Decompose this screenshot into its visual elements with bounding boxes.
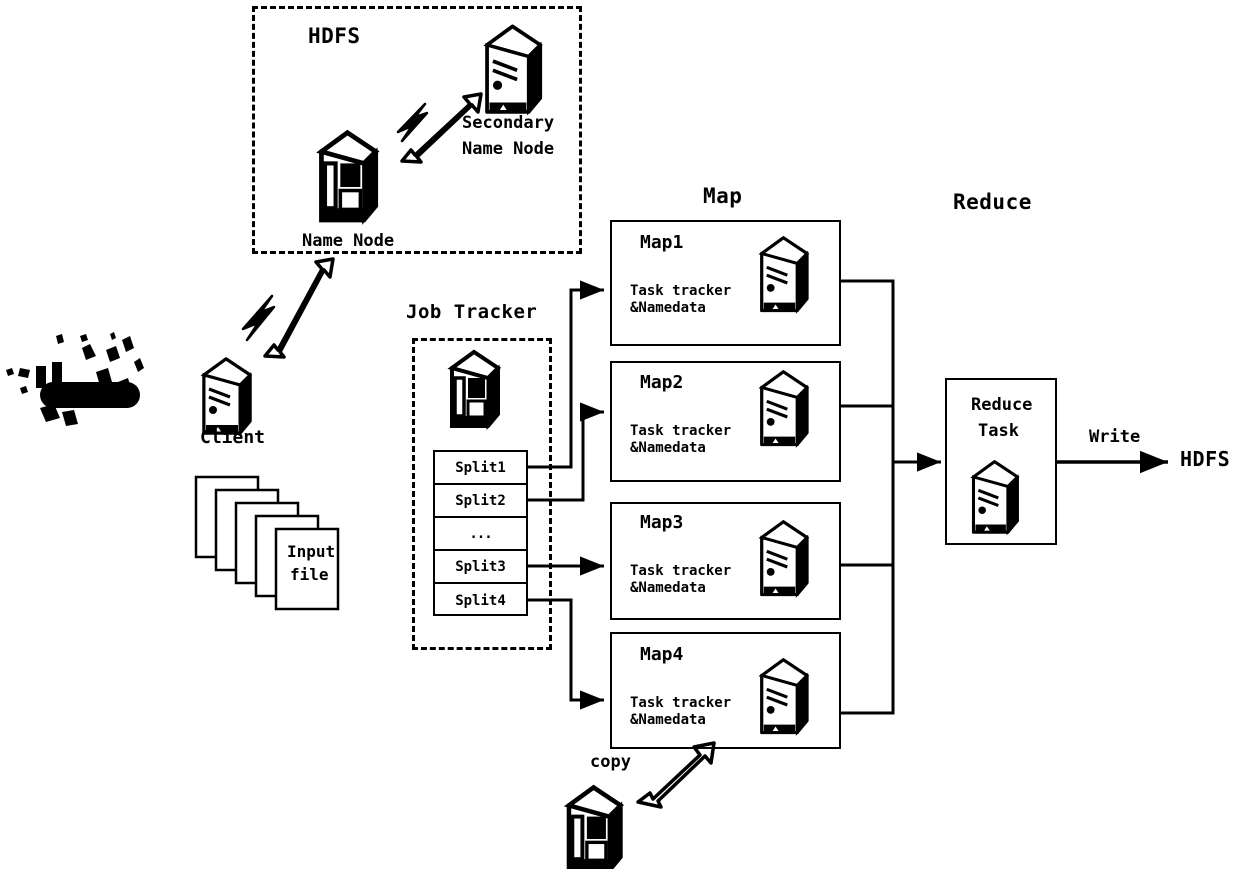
input-file-label-line2: file <box>290 565 329 584</box>
name-node-label: Name Node <box>302 231 395 251</box>
copy-source-server-icon <box>569 787 621 869</box>
client-lightning-icon <box>241 294 276 342</box>
split-label: Split4 <box>455 592 506 609</box>
input-file-label-line1: Input <box>287 542 336 561</box>
map-node-label: Map2 <box>640 372 684 393</box>
map-task-tracker-line2: &Namedata <box>630 300 706 316</box>
diagram-canvas: HDFS Secondary Name Node Name Node Clien… <box>0 0 1240 869</box>
copy-block-arrow <box>636 741 716 809</box>
job-tracker-label: Job Tracker <box>406 301 538 323</box>
map-node-label: Map3 <box>640 512 684 533</box>
reduce-task-label-line1: Reduce <box>971 395 1033 415</box>
map-task-tracker-line2: &Namedata <box>630 580 706 596</box>
client-label: Client <box>200 427 266 448</box>
split-row[interactable]: Split4 <box>435 584 526 617</box>
split-label: Split1 <box>455 459 506 476</box>
map-task-tracker-line2: &Namedata <box>630 712 706 728</box>
split-table: Split1 Split2 ... Split3 Split4 <box>433 450 528 616</box>
map-node-label: Map1 <box>640 232 684 253</box>
hdfs-output-label: HDFS <box>1180 447 1231 471</box>
client-server-icon <box>202 357 252 435</box>
map-to-reduce-connectors <box>841 279 941 715</box>
secondary-name-node-label-line1: Secondary <box>462 113 555 133</box>
reduce-task-label-line2: Task <box>978 421 1019 441</box>
split-row[interactable]: Split2 <box>435 485 526 518</box>
secondary-name-node-label-line2: Name Node <box>462 139 555 159</box>
copy-label: copy <box>590 752 631 772</box>
split-row[interactable]: Split3 <box>435 551 526 584</box>
map-task-tracker-line2: &Namedata <box>630 440 706 456</box>
split-label: Split3 <box>455 558 506 575</box>
map-task-tracker-line1: Task tracker <box>630 695 732 711</box>
client-namenode-arrow <box>263 257 335 359</box>
map-node-label: Map4 <box>640 644 684 665</box>
split-label: Split2 <box>455 492 506 509</box>
write-arrow-label: Write <box>1089 427 1141 447</box>
split-ellipsis-label: ... <box>469 525 492 542</box>
reduce-phase-title: Reduce <box>953 190 1032 214</box>
split-row[interactable]: Split1 <box>435 452 526 485</box>
map-task-tracker-line1: Task tracker <box>630 563 732 579</box>
split-row-ellipsis: ... <box>435 518 526 551</box>
map-phase-title: Map <box>703 184 743 208</box>
map-task-tracker-line1: Task tracker <box>630 423 732 439</box>
map-task-tracker-line1: Task tracker <box>630 283 732 299</box>
hdfs-group-label: HDFS <box>308 24 361 48</box>
user-sketch-icon <box>6 332 144 426</box>
